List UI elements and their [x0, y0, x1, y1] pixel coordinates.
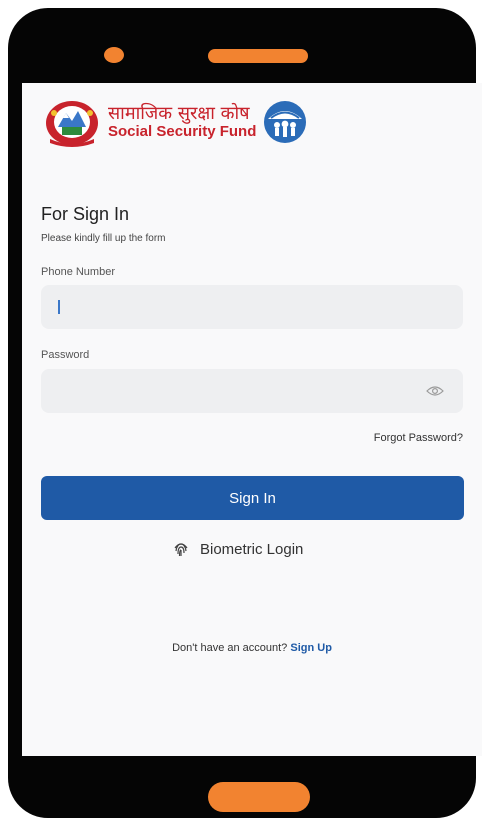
home-button[interactable] [208, 782, 310, 812]
sign-in-button[interactable]: Sign In [41, 476, 464, 520]
app-screen: सामाजिक सुरक्षा कोष Social Security Fund… [22, 83, 482, 756]
page-title: For Sign In [41, 204, 130, 224]
page-subtitle: Please kindly fill up the form [41, 233, 166, 244]
nepal-emblem-icon [46, 101, 98, 147]
signup-prompt: Don't have an account? Sign Up [22, 642, 482, 654]
phone-label: Phone Number [41, 266, 115, 278]
org-name-nepali: सामाजिक सुरक्षा कोष [108, 102, 250, 124]
biometric-login-label: Biometric Login [200, 540, 304, 558]
ssf-logo-icon [264, 101, 307, 143]
password-input[interactable] [41, 369, 463, 413]
eye-icon[interactable] [426, 385, 444, 397]
password-label: Password [41, 349, 90, 361]
forgot-password-link[interactable]: Forgot Password? [374, 432, 463, 444]
header-logo: सामाजिक सुरक्षा कोष Social Security Fund [44, 97, 308, 147]
sign-up-link[interactable]: Sign Up [290, 642, 332, 654]
fingerprint-icon [174, 543, 188, 557]
phone-input[interactable] [41, 285, 463, 329]
camera-dot [104, 47, 124, 63]
org-name-english: Social Security Fund [108, 122, 257, 140]
biometric-login-button[interactable]: Biometric Login [172, 540, 303, 558]
signup-prompt-text: Don't have an account? [172, 642, 288, 654]
speaker-bar [208, 49, 308, 63]
text-caret [58, 300, 60, 314]
